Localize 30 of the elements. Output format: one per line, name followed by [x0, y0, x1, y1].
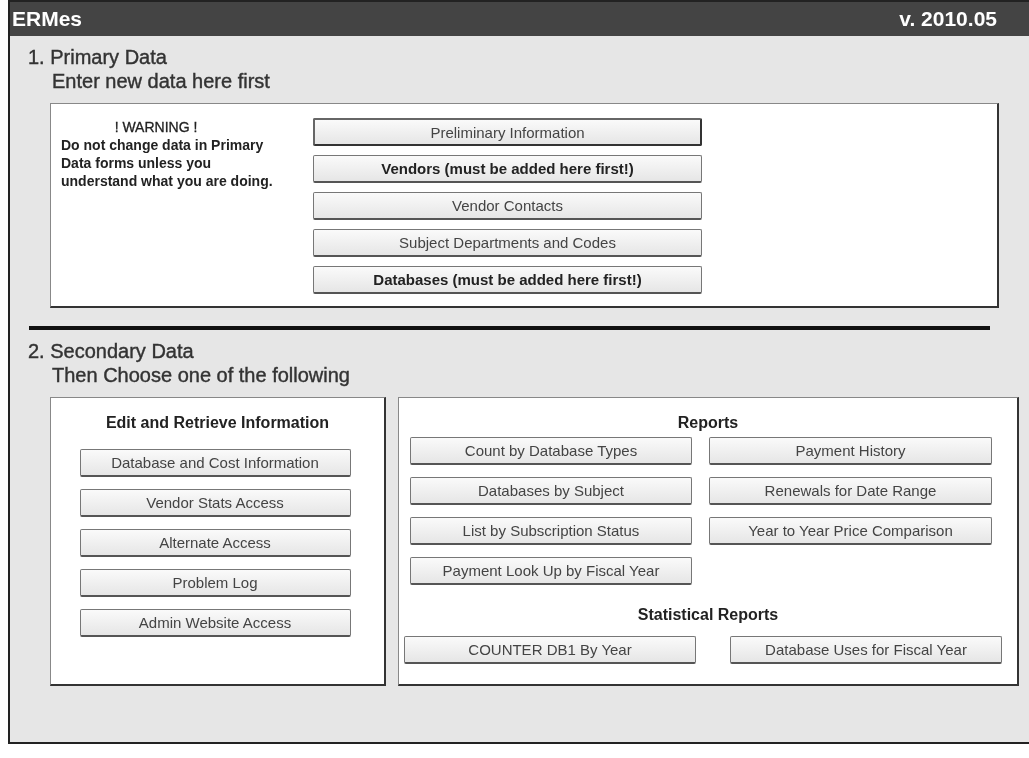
form-button[interactable]: Year to Year Price Comparison: [709, 517, 992, 545]
form-button[interactable]: Databases by Subject: [410, 477, 692, 505]
app-title: ERMes: [12, 7, 83, 31]
form-button[interactable]: COUNTER DB1 By Year: [404, 636, 696, 664]
section-heading: 1. Primary Data: [28, 46, 168, 69]
warning-text: Do not change data in Primary Data forms unless you understand what you are doing.: [61, 136, 274, 190]
warning-title: ! WARNING !: [113, 118, 199, 136]
form-button[interactable]: Databases (must be added here first!): [313, 266, 702, 294]
form-button[interactable]: Admin Website Access: [79, 609, 351, 637]
form-button[interactable]: Preliminary Information: [313, 118, 702, 146]
form-button[interactable]: Vendor Contacts: [313, 192, 702, 220]
panel-title: Statistical Reports: [637, 606, 779, 624]
form-button[interactable]: List by Subscription Status: [410, 517, 692, 545]
form-button[interactable]: Count by Database Types: [410, 437, 692, 465]
form-button[interactable]: Payment Look Up by Fiscal Year: [410, 557, 692, 585]
version-label: v. 2010.05: [899, 7, 997, 31]
panel-title: Reports: [677, 414, 739, 432]
panel-title: Edit and Retrieve Information: [105, 414, 330, 432]
form-button[interactable]: Problem Log: [79, 569, 351, 597]
form-button[interactable]: Alternate Access: [79, 529, 351, 557]
form-button[interactable]: Subject Departments and Codes: [313, 229, 702, 257]
form-button[interactable]: Vendors (must be added here first!): [313, 155, 702, 183]
form-button[interactable]: Vendor Stats Access: [79, 489, 351, 517]
form-button[interactable]: Database and Cost Information: [79, 449, 351, 477]
section-subheading: Then Choose one of the following: [52, 364, 351, 387]
form-button[interactable]: Payment History: [709, 437, 992, 465]
form-button[interactable]: Database Uses for Fiscal Year: [730, 636, 1002, 664]
section-subheading: Enter new data here first: [52, 70, 271, 93]
section-heading: 2. Secondary Data: [28, 340, 195, 363]
form-button[interactable]: Renewals for Date Range: [709, 477, 992, 505]
